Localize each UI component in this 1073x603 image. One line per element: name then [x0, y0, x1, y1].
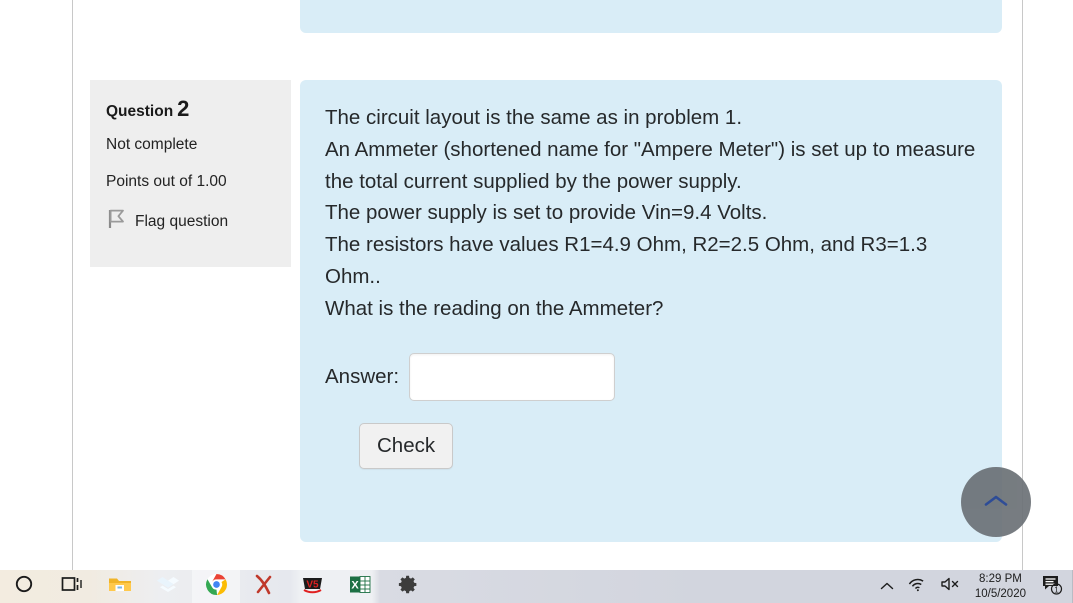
question-text-line: What is the reading on the Ammeter? [325, 296, 664, 320]
taskbar-item-cortana[interactable] [0, 570, 48, 603]
scroll-to-top-button[interactable] [961, 467, 1031, 537]
tray-time: 8:29 PM [979, 573, 1022, 586]
flag-icon [106, 208, 126, 235]
taskbar-item-chrome[interactable] [192, 570, 240, 603]
taskbar-app-list: V5 X [0, 570, 432, 603]
question-panel: The circuit layout is the same as in pro… [300, 80, 1002, 542]
taskbar-item-v5[interactable]: V5 [288, 570, 336, 603]
xournal-icon [253, 573, 275, 600]
question-text: The circuit layout is the same as in pro… [325, 102, 978, 324]
taskbar-item-excel[interactable]: X [336, 570, 384, 603]
question-heading: Question 2 [106, 98, 275, 120]
volume-button[interactable] [933, 570, 967, 603]
flag-question-button[interactable]: Flag question [106, 208, 275, 235]
chevron-up-icon [983, 493, 1009, 512]
taskbar-item-xournal[interactable] [240, 570, 288, 603]
flag-question-label: Flag question [135, 212, 229, 230]
taskbar-item-file-explorer[interactable] [96, 570, 144, 603]
question-number: 2 [177, 96, 190, 121]
dropbox-icon [157, 574, 179, 599]
file-explorer-icon [108, 574, 132, 599]
question-text-line: The circuit layout is the same as in pro… [325, 106, 743, 129]
svg-text:1: 1 [1054, 585, 1059, 594]
task-view-icon [61, 575, 83, 598]
notifications-button[interactable]: 1 [1034, 570, 1072, 603]
check-button[interactable]: Check [359, 423, 454, 470]
network-button[interactable] [901, 570, 933, 603]
question-text-line: An Ammeter (shortened name for "Ampere M… [325, 137, 976, 193]
taskbar-item-task-view[interactable] [48, 570, 96, 603]
excel-icon: X [349, 574, 371, 600]
answer-label: Answer: [325, 365, 400, 389]
system-tray: 8:29 PM 10/5/2020 1 [873, 570, 1073, 603]
question-text-line: The power supply is set to provide Vin=9… [325, 201, 768, 225]
question-info-box: Question 2 Not complete Points out of 1.0… [90, 80, 291, 267]
notification-icon: 1 [1041, 573, 1065, 600]
tray-date: 10/5/2020 [974, 587, 1026, 600]
previous-question-panel [300, 0, 1002, 33]
cortana-icon [14, 574, 34, 599]
wifi-icon [908, 577, 926, 597]
chevron-up-icon [880, 578, 894, 596]
answer-row: Answer: [325, 353, 978, 402]
clock-button[interactable]: 8:29 PM 10/5/2020 [967, 570, 1034, 603]
question-points: Points out of 1.00 [106, 173, 227, 191]
chrome-icon [205, 573, 228, 601]
question-text-line: The resistors have values R1=4.9 Ohm, R2… [325, 233, 928, 288]
answer-input[interactable] [409, 353, 616, 402]
v5-icon: V5 [301, 574, 324, 599]
windows-taskbar: V5 X 8:29 PM 10/5/2020 1 [0, 570, 1073, 603]
svg-text:X: X [351, 579, 359, 591]
question-status: Not complete [106, 136, 198, 153]
speaker-muted-icon [940, 576, 960, 597]
page-left-border [72, 0, 73, 570]
question-label: Question [106, 103, 174, 120]
taskbar-item-settings[interactable] [384, 570, 432, 603]
show-hidden-icons-button[interactable] [873, 570, 901, 603]
settings-gear-icon [398, 574, 419, 600]
svg-text:V5: V5 [306, 580, 319, 591]
taskbar-item-dropbox[interactable] [144, 570, 192, 603]
page-scrollbar-track[interactable] [1055, 0, 1073, 570]
browser-page-content: Question 2 Not complete Points out of 1.0… [0, 0, 1073, 570]
